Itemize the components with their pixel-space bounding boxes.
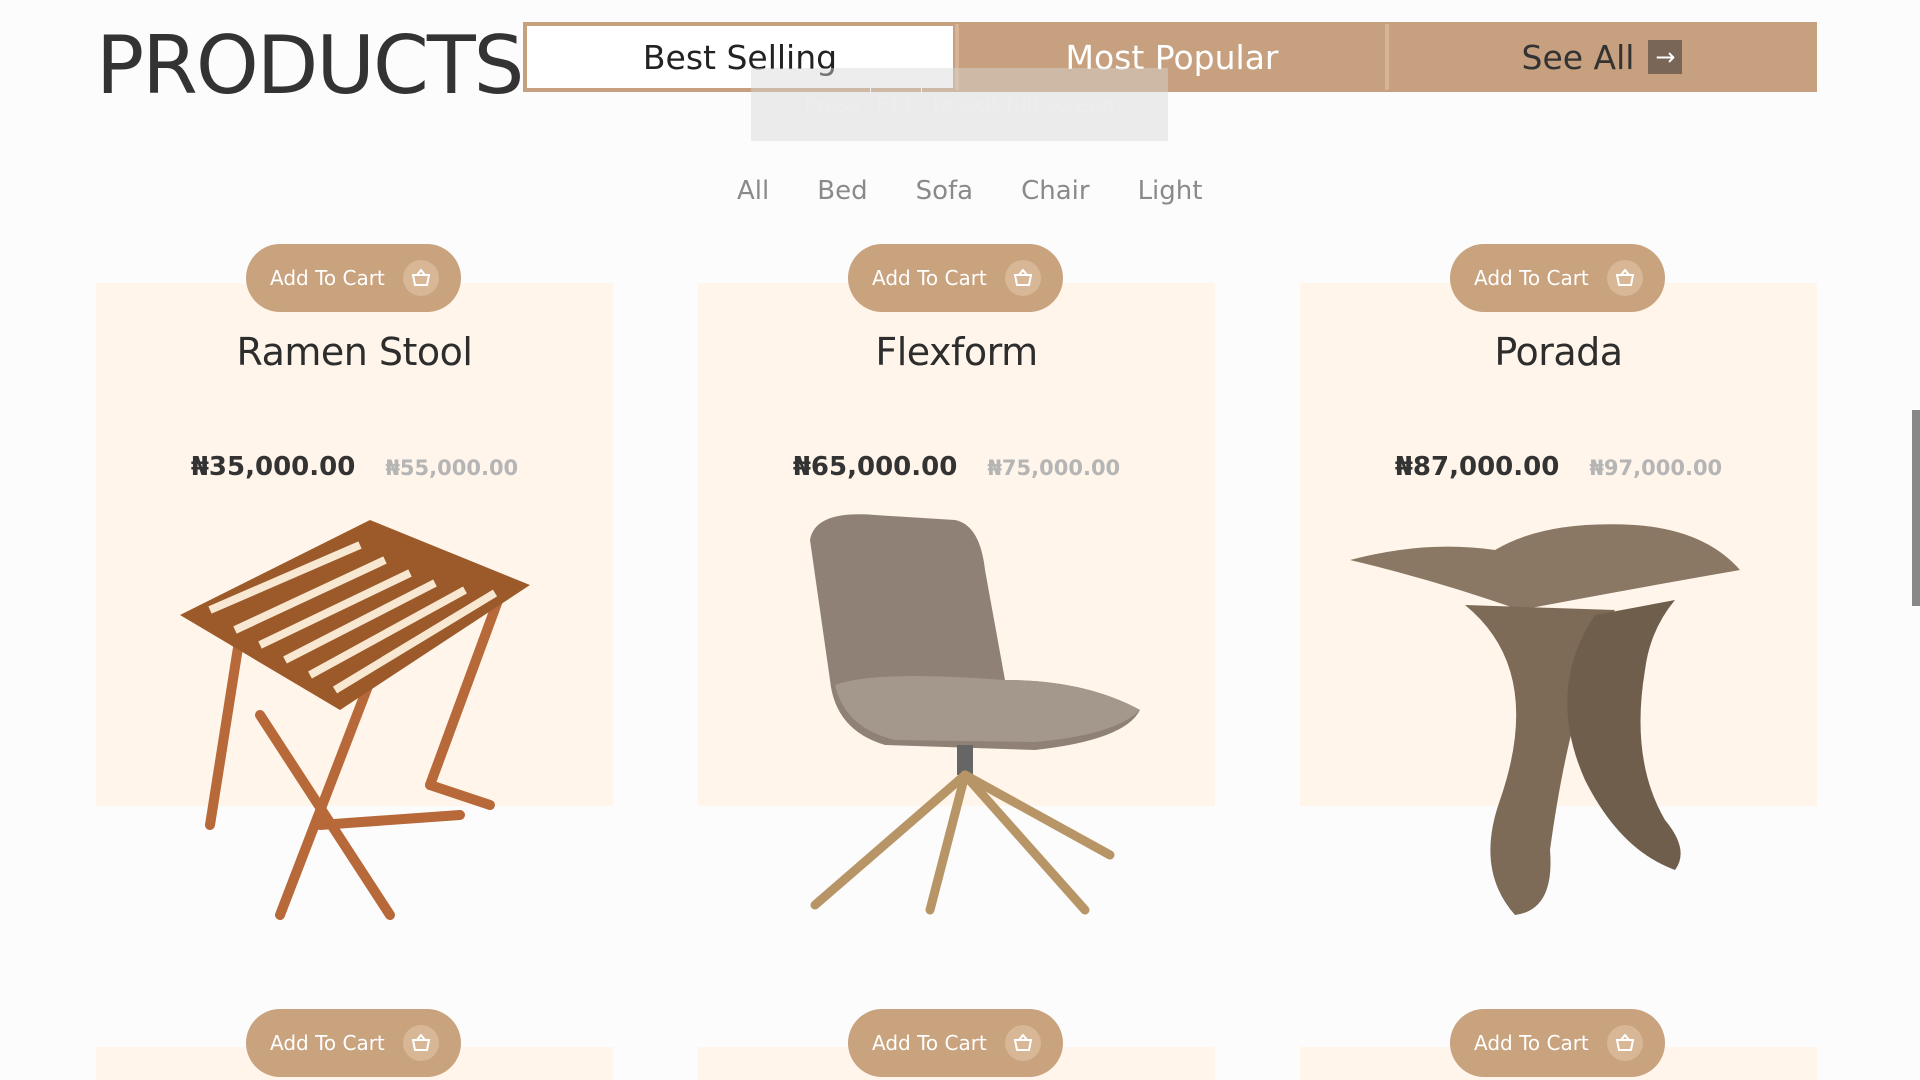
price-row: ₦35,000.00 ₦55,000.00 <box>96 452 613 482</box>
basket-icon <box>1005 260 1041 296</box>
tab-label: See All <box>1521 37 1635 77</box>
tab-see-all[interactable]: See All → <box>1385 24 1815 90</box>
fullscreen-toast: Press F11 to exit full screen <box>751 68 1168 141</box>
category-filters: All Bed Sofa Chair Light <box>737 176 1202 206</box>
scrollbar-thumb[interactable] <box>1912 410 1920 606</box>
product-name: Ramen Stool <box>236 330 474 374</box>
basket-icon <box>403 260 439 296</box>
product-price: ₦35,000.00 <box>190 452 356 482</box>
product-price: ₦65,000.00 <box>792 452 958 482</box>
porada-stool-image <box>1350 524 1740 915</box>
arrow-right-icon: → <box>1648 40 1683 74</box>
add-to-cart-button[interactable]: Add To Cart <box>246 244 461 312</box>
basket-icon <box>1607 1025 1643 1061</box>
cart-label: Add To Cart <box>270 266 385 290</box>
filter-light[interactable]: Light <box>1138 176 1203 206</box>
product-name: Porada <box>1494 330 1623 374</box>
old-price: ₦97,000.00 <box>1589 456 1723 480</box>
product-price: ₦87,000.00 <box>1394 452 1560 482</box>
product-name: Flexform <box>875 330 1038 374</box>
cart-label: Add To Cart <box>1474 266 1589 290</box>
cart-label: Add To Cart <box>1474 1031 1589 1055</box>
ramen-stool-image <box>180 520 530 920</box>
add-to-cart-button[interactable]: Add To Cart <box>848 244 1063 312</box>
filter-bed[interactable]: Bed <box>817 176 867 206</box>
price-row: ₦87,000.00 ₦97,000.00 <box>1300 452 1817 482</box>
basket-icon <box>1005 1025 1041 1061</box>
flexform-chair-image <box>810 514 1140 915</box>
old-price: ₦55,000.00 <box>385 456 519 480</box>
cart-label: Add To Cart <box>872 266 987 290</box>
old-price: ₦75,000.00 <box>987 456 1121 480</box>
add-to-cart-button[interactable]: Add To Cart <box>848 1009 1063 1077</box>
filter-sofa[interactable]: Sofa <box>916 176 974 206</box>
toast-text: Press <box>804 92 860 117</box>
cart-label: Add To Cart <box>270 1031 385 1055</box>
add-to-cart-button[interactable]: Add To Cart <box>1450 1009 1665 1077</box>
toast-text: to exit full screen <box>932 92 1115 117</box>
price-row: ₦65,000.00 ₦75,000.00 <box>698 452 1215 482</box>
basket-icon <box>1607 260 1643 296</box>
filter-chair[interactable]: Chair <box>1021 176 1089 206</box>
cart-label: Add To Cart <box>872 1031 987 1055</box>
add-to-cart-button[interactable]: Add To Cart <box>1450 244 1665 312</box>
product-tabs: Best Selling Most Popular See All → <box>523 22 1817 92</box>
basket-icon <box>403 1025 439 1061</box>
toast-key: F11 <box>869 83 923 126</box>
filter-all[interactable]: All <box>737 176 769 206</box>
page-title: PRODUCTS <box>96 19 524 112</box>
add-to-cart-button[interactable]: Add To Cart <box>246 1009 461 1077</box>
